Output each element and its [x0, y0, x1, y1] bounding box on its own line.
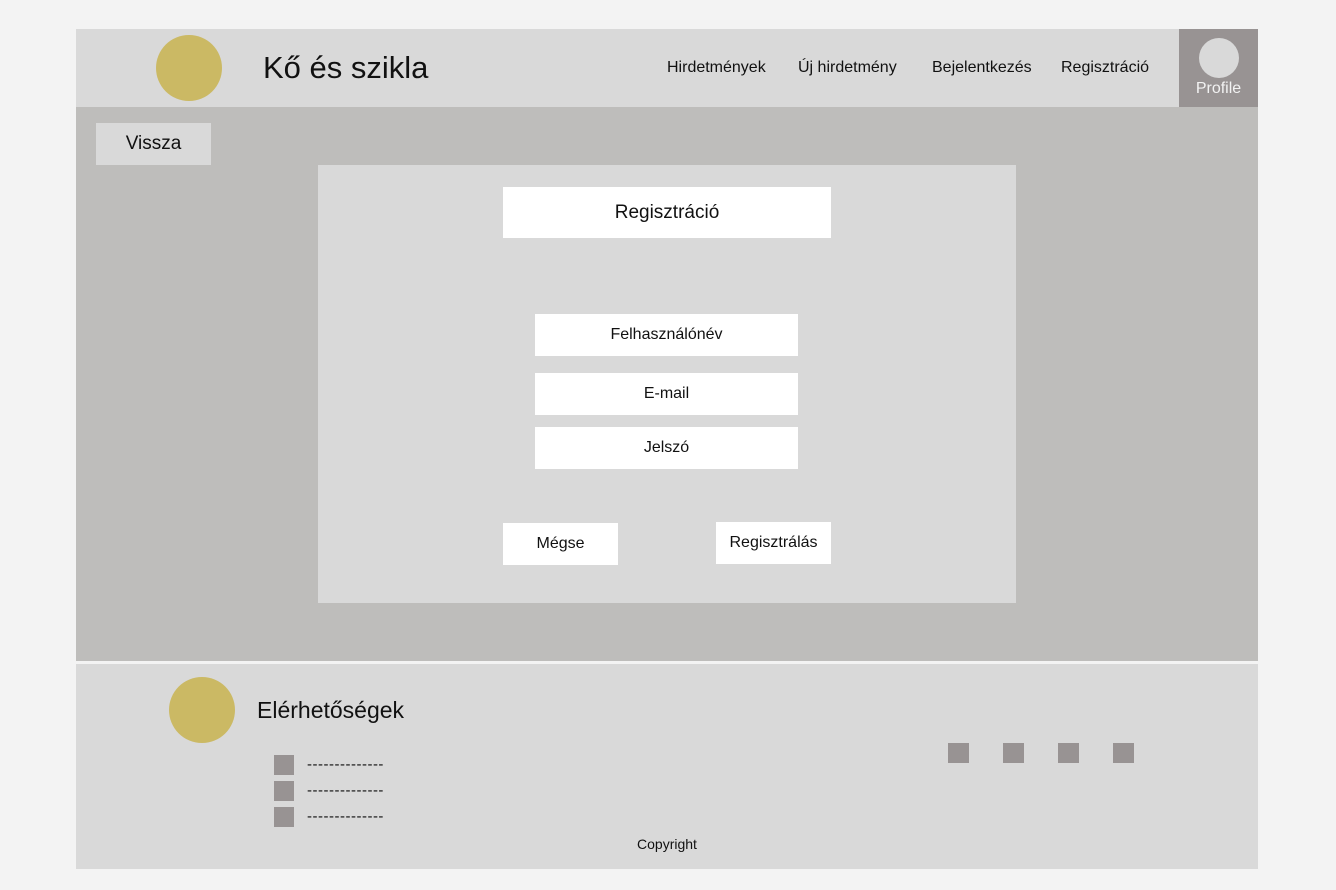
- social-icon[interactable]: [1113, 743, 1134, 763]
- site-footer: Elérhetőségek -------------- -----------…: [76, 664, 1258, 869]
- social-icon[interactable]: [1058, 743, 1079, 763]
- avatar-icon: [1199, 38, 1239, 78]
- form-title: Regisztráció: [503, 187, 831, 238]
- site-title: Kő és szikla: [263, 50, 429, 85]
- nav-hirdetmenyek[interactable]: Hirdetmények: [667, 58, 766, 78]
- contact-icon: [274, 755, 294, 775]
- password-field[interactable]: [535, 427, 798, 469]
- nav-uj-hirdetmeny[interactable]: Új hirdetmény: [798, 58, 897, 78]
- profile-label: Profile: [1195, 80, 1242, 97]
- main-content: Vissza Regisztráció Mégse Regisztrálás: [76, 107, 1258, 661]
- logo-circle-icon[interactable]: [156, 35, 222, 101]
- contact-text: --------------: [307, 756, 384, 773]
- social-icon[interactable]: [1003, 743, 1024, 763]
- contact-text: --------------: [307, 808, 384, 825]
- register-button[interactable]: Regisztrálás: [716, 522, 831, 564]
- page-frame: Kő és szikla Hirdetmények Új hirdetmény …: [76, 29, 1258, 869]
- nav-bejelentkezes[interactable]: Bejelentkezés: [932, 58, 1032, 78]
- profile-button[interactable]: Profile: [1179, 29, 1258, 107]
- nav-regisztracio[interactable]: Regisztráció: [1061, 58, 1149, 78]
- email-field[interactable]: [535, 373, 798, 415]
- contact-text: --------------: [307, 782, 384, 799]
- contacts-title: Elérhetőségek: [257, 697, 405, 723]
- footer-logo-circle-icon: [169, 677, 235, 743]
- copyright: Copyright: [637, 836, 697, 852]
- back-button[interactable]: Vissza: [96, 123, 211, 165]
- contact-icon: [274, 807, 294, 827]
- username-field[interactable]: [535, 314, 798, 356]
- contact-icon: [274, 781, 294, 801]
- social-icon[interactable]: [948, 743, 969, 763]
- cancel-button[interactable]: Mégse: [503, 523, 618, 565]
- registration-panel: Regisztráció Mégse Regisztrálás: [318, 165, 1016, 603]
- site-header: Kő és szikla Hirdetmények Új hirdetmény …: [76, 29, 1258, 107]
